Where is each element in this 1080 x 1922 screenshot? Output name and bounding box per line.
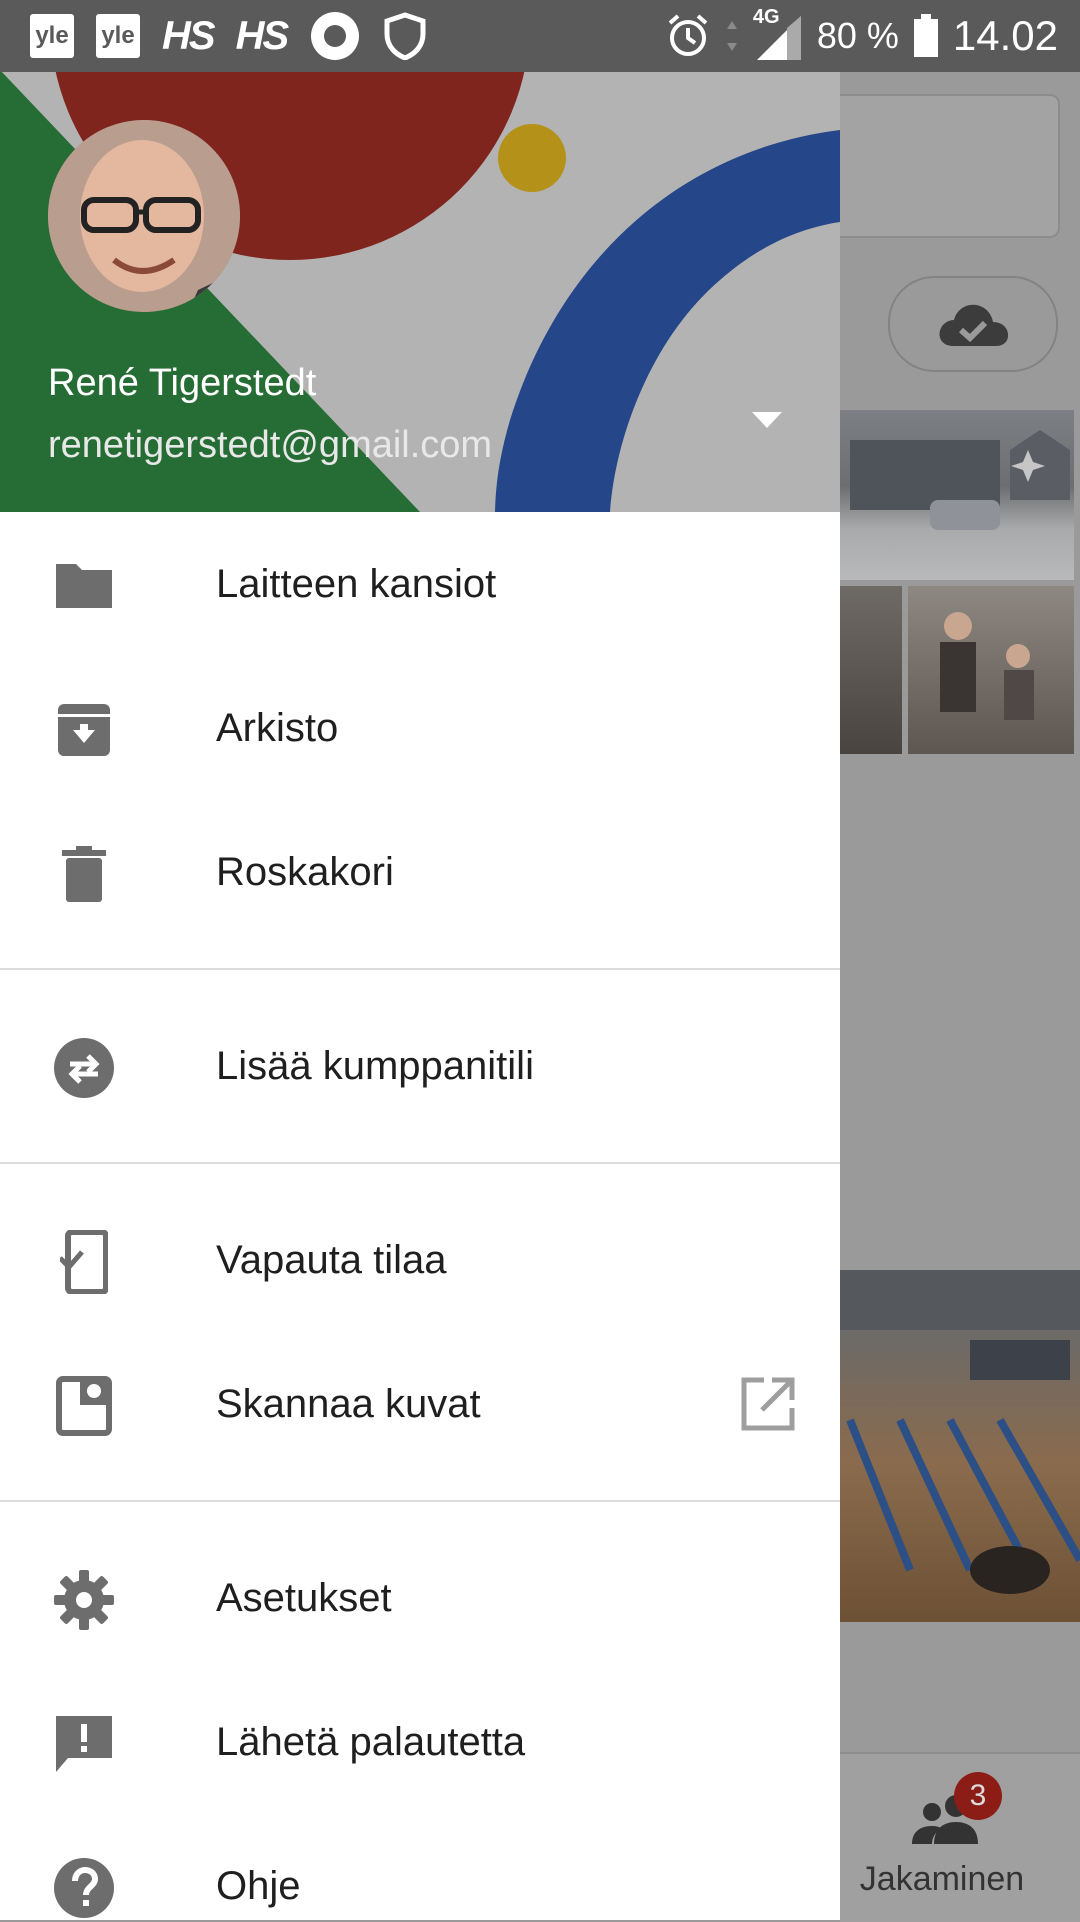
menu-item-scan-photos[interactable]: Skannaa kuvat [0, 1332, 840, 1476]
open-external-icon [741, 1377, 795, 1431]
photo-scan-icon [52, 1374, 116, 1438]
photo-thumbnail[interactable] [840, 410, 1074, 580]
notification-icons: yle yle HS HS [30, 10, 427, 62]
status-bar: yle yle HS HS 4G 80 % 14.02 [0, 0, 1080, 72]
backup-status-button[interactable] [888, 276, 1058, 372]
network-type: 4G [752, 6, 780, 28]
menu-item-label: Skannaa kuvat [216, 1381, 481, 1426]
photo-thumbnail[interactable] [840, 1270, 1080, 1622]
menu-item-archive[interactable]: Arkisto [0, 656, 840, 800]
swap-icon [52, 1036, 116, 1100]
sharing-tab[interactable]: 3 Jakaminen [840, 1754, 1044, 1922]
divider [0, 968, 840, 970]
signal-icon: 4G [753, 6, 803, 62]
dropdown-arrow-icon[interactable] [752, 412, 782, 428]
yle-notification-icon: yle [30, 14, 74, 58]
divider [0, 1162, 840, 1164]
gear-icon [52, 1568, 116, 1632]
account-email: renetigerstedt@gmail.com [48, 424, 493, 466]
folder-icon [52, 554, 116, 618]
avatar[interactable] [48, 120, 240, 312]
cloud-done-icon [939, 304, 1009, 346]
menu-item-label: Laitteen kansiot [216, 561, 497, 606]
data-arrows-icon [726, 21, 737, 51]
trash-icon [52, 842, 116, 906]
menu-item-settings[interactable]: Asetukset [0, 1526, 840, 1670]
phone-check-icon [52, 1230, 116, 1294]
drawer-menu: Laitteen kansiot Arkisto Roskakori Lisää… [0, 512, 840, 1920]
menu-item-label: Lähetä palautetta [216, 1719, 526, 1764]
menu-item-partner-account[interactable]: Lisää kumppanitili [0, 994, 840, 1138]
help-icon [52, 1856, 116, 1920]
menu-item-label: Vapauta tilaa [216, 1237, 447, 1282]
feedback-icon [52, 1712, 116, 1776]
circle-app-icon [311, 12, 360, 60]
menu-item-label: Roskakori [216, 849, 394, 894]
background-app: 3 Jakaminen [840, 72, 1080, 1922]
sharing-badge: 3 [954, 1772, 1002, 1820]
menu-item-label: Lisää kumppanitili [216, 1043, 534, 1088]
photo-thumbnail[interactable] [840, 586, 902, 754]
bottom-navigation: 3 Jakaminen [840, 1752, 1080, 1922]
menu-item-label: Arkisto [216, 705, 339, 750]
yle-notification-icon: yle [96, 14, 140, 58]
shield-icon [384, 12, 426, 60]
menu-item-device-folders[interactable]: Laitteen kansiot [0, 512, 840, 656]
alarm-icon [668, 14, 708, 56]
menu-item-label: Asetukset [216, 1575, 392, 1620]
menu-item-label: Ohje [216, 1863, 301, 1908]
archive-icon [52, 698, 116, 762]
search-box[interactable] [840, 94, 1060, 238]
account-header[interactable]: René Tigerstedt renetigerstedt@gmail.com [0, 0, 840, 512]
divider [0, 1500, 840, 1502]
account-name: René Tigerstedt [48, 362, 317, 404]
navigation-drawer: René Tigerstedt renetigerstedt@gmail.com… [0, 0, 840, 1920]
photo-thumbnail[interactable] [908, 586, 1074, 754]
hs-notification-icon: HS [235, 13, 290, 58]
menu-item-send-feedback[interactable]: Lähetä palautetta [0, 1670, 840, 1814]
clock: 14.02 [952, 12, 1058, 59]
hs-notification-icon: HS [162, 13, 216, 58]
menu-item-trash[interactable]: Roskakori [0, 800, 840, 944]
menu-item-help[interactable]: Ohje [0, 1814, 840, 1920]
sharing-tab-label: Jakaminen [859, 1860, 1025, 1898]
menu-item-free-up-space[interactable]: Vapauta tilaa [0, 1188, 840, 1332]
battery-icon [913, 14, 938, 57]
battery-percent: 80 % [816, 15, 899, 56]
